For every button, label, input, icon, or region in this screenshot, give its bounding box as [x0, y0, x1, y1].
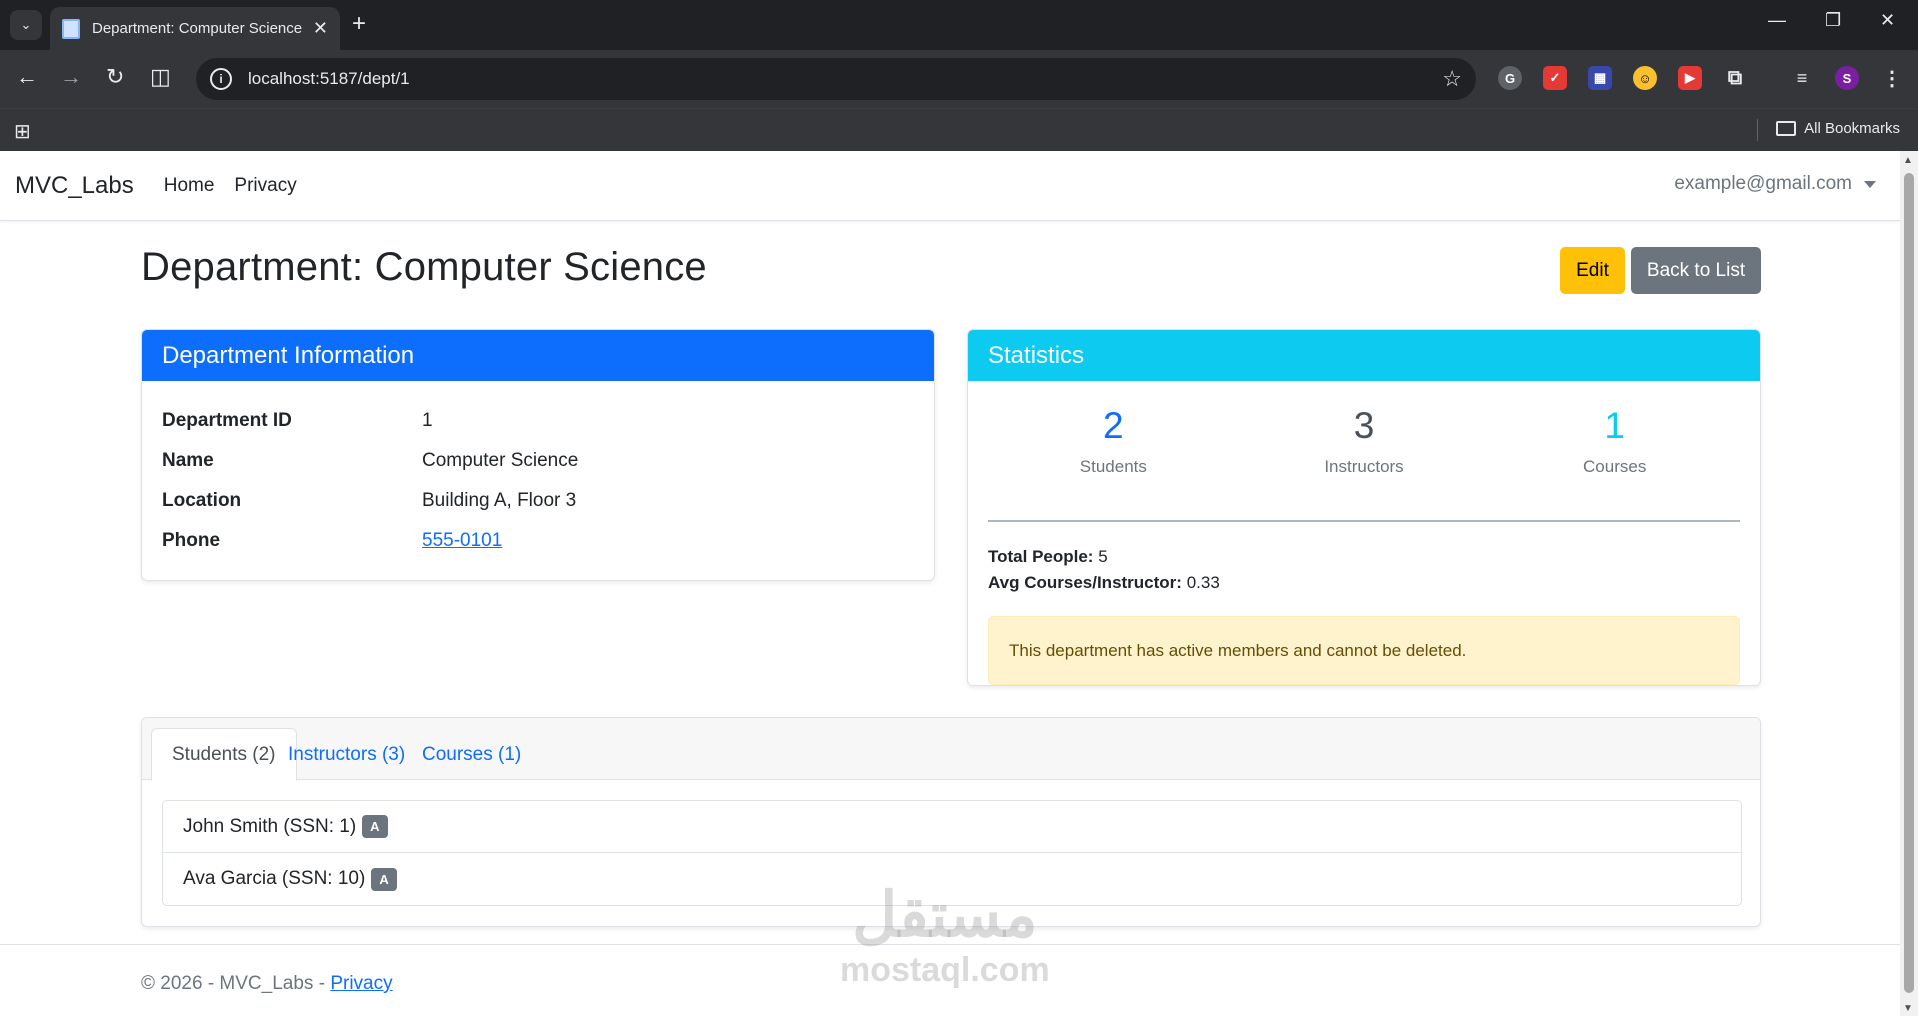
stat-value: 3 [1353, 405, 1375, 446]
statistics-card: Statistics 2 Students 3 Instructors 1 Co… [967, 329, 1761, 686]
media-control-icon[interactable]: ≡ [1790, 66, 1814, 90]
todo-extension-icon[interactable]: ✓ [1543, 66, 1567, 90]
stat-students: 2 Students [988, 401, 1239, 520]
forward-arrow-icon[interactable]: → [60, 63, 82, 91]
all-bookmarks-button[interactable]: All Bookmarks [1776, 120, 1900, 137]
url-text: localhost:5187/dept/1 [248, 69, 410, 88]
stat-value: 1 [1604, 405, 1625, 446]
scrollbar-thumb[interactable] [1904, 173, 1914, 993]
browser-toolbar: ← → ↻ ◫ i localhost:5187/dept/1 ☆ G ✓ ▦ … [0, 50, 1918, 108]
minimize-icon[interactable]: — [1768, 10, 1786, 31]
grade-badge: A [371, 867, 397, 891]
avg-courses-value: 0.33 [1186, 573, 1220, 592]
tab-search-dropdown-icon[interactable]: ⌄ [10, 10, 42, 40]
site-navbar: MVC_Labs Home Privacy example@gmail.com [0, 151, 1900, 221]
grade-badge: A [362, 815, 388, 838]
footer-copyright: © 2026 - MVC_Labs - [141, 973, 331, 994]
emoji-extension-icon[interactable]: ☺ [1633, 66, 1657, 90]
stats-totals: Total People: 5 Avg Courses/Instructor: … [988, 544, 1740, 596]
info-row: Department ID 1 [162, 401, 914, 441]
close-window-icon[interactable]: ✕ [1880, 10, 1895, 31]
apps-grid-icon[interactable]: ⊞ [14, 119, 31, 144]
info-card-header: Department Information [142, 330, 934, 381]
page-favicon-icon [62, 18, 80, 39]
browser-tab-bar: ⌄ Department: Computer Science ✕ + — ❐ ✕ [0, 0, 1918, 50]
address-bar[interactable]: i localhost:5187/dept/1 ☆ [196, 58, 1476, 100]
info-row: Name Computer Science [162, 441, 914, 481]
stat-courses: 1 Courses [1489, 401, 1740, 520]
info-row: Location Building A, Floor 3 [162, 481, 914, 521]
watermark-arabic: مستقل [852, 881, 1038, 950]
nav-link-privacy[interactable]: Privacy [234, 175, 296, 197]
info-key: Name [162, 450, 214, 471]
stat-label: Instructors [1324, 457, 1404, 476]
watermark-latin: mostaql.com [840, 951, 1050, 989]
phone-link[interactable]: 555-0101 [422, 530, 502, 551]
all-bookmarks-label: All Bookmarks [1804, 120, 1900, 137]
stats-card-header: Statistics [968, 330, 1760, 381]
info-key: Phone [162, 530, 221, 551]
close-tab-icon[interactable]: ✕ [313, 18, 328, 39]
nav-link-home[interactable]: Home [164, 175, 215, 197]
tab-courses[interactable]: Courses (1) [402, 728, 541, 781]
student-name: Ava Garcia (SSN: 10) [183, 868, 366, 889]
grammarly-extension-icon[interactable]: G [1498, 66, 1522, 90]
info-value: 1 [422, 410, 433, 431]
site-brand[interactable]: MVC_Labs [15, 172, 134, 200]
info-key: Department ID [162, 410, 292, 431]
scroll-up-icon[interactable]: ▲ [1903, 155, 1913, 166]
site-info-icon[interactable]: i [210, 68, 232, 90]
total-people-label: Total People: [988, 547, 1094, 566]
footer-privacy-link[interactable]: Privacy [330, 973, 392, 994]
stats-row: 2 Students 3 Instructors 1 Courses [988, 401, 1740, 522]
browser-tab-title: Department: Computer Science [92, 20, 303, 37]
info-value: Computer Science [422, 450, 579, 471]
back-arrow-icon[interactable]: ← [16, 63, 38, 91]
page-title: Department: Computer Science [141, 245, 707, 289]
restore-icon[interactable]: ❐ [1825, 10, 1841, 31]
info-value: 555-0101 [422, 530, 502, 552]
stat-value: 2 [1103, 405, 1124, 446]
extension-icon[interactable]: ▦ [1588, 66, 1612, 90]
youtube-extension-icon[interactable]: ▶ [1678, 66, 1702, 90]
bookmark-star-icon[interactable]: ☆ [1442, 66, 1462, 92]
back-to-list-button[interactable]: Back to List [1631, 247, 1761, 294]
watermark: مستقل mostaql.com [840, 881, 1050, 989]
department-info-card: Department Information Department ID 1 N… [141, 329, 935, 581]
user-email: example@gmail.com [1674, 173, 1852, 194]
extensions-puzzle-icon[interactable]: ⧉ [1723, 66, 1747, 90]
avg-courses-label: Avg Courses/Instructor: [988, 573, 1182, 592]
profile-avatar[interactable]: S [1835, 66, 1859, 90]
total-people-value: 5 [1098, 547, 1108, 566]
web-page: MVC_Labs Home Privacy example@gmail.com … [0, 151, 1900, 1016]
reload-icon[interactable]: ↻ [106, 63, 124, 91]
page-scrollbar[interactable]: ▲ ▼ [1900, 151, 1918, 1016]
info-list: Department ID 1 Name Computer Science Lo… [142, 381, 934, 580]
stat-label: Courses [1583, 457, 1647, 476]
info-value: Building A, Floor 3 [422, 490, 577, 511]
stat-instructors: 3 Instructors [1239, 401, 1490, 520]
folder-icon [1776, 121, 1797, 136]
stat-label: Students [1079, 457, 1147, 476]
info-row: Phone 555-0101 [162, 521, 914, 561]
bookmarks-bar: ⊞ All Bookmarks [0, 108, 1918, 151]
user-menu[interactable]: example@gmail.com [1674, 173, 1876, 195]
student-name: John Smith (SSN: 1) [183, 815, 357, 837]
list-item[interactable]: John Smith (SSN: 1) A [163, 801, 1741, 853]
tab-bar: Students (2) Instructors (3) Courses (1) [142, 718, 1760, 781]
chevron-down-icon [1864, 180, 1876, 188]
footer-text: © 2026 - MVC_Labs - Privacy [141, 973, 393, 995]
bookmarks-divider [1757, 119, 1758, 141]
split-view-icon[interactable]: ◫ [150, 63, 171, 91]
new-tab-icon[interactable]: + [352, 10, 366, 38]
warning-alert: This department has active members and c… [988, 616, 1740, 685]
browser-tab[interactable]: Department: Computer Science ✕ [50, 7, 340, 50]
info-key: Location [162, 490, 242, 511]
browser-menu-icon[interactable]: ⋮ [1880, 66, 1904, 90]
edit-button[interactable]: Edit [1560, 247, 1625, 294]
scroll-down-icon[interactable]: ▼ [1903, 1003, 1913, 1014]
